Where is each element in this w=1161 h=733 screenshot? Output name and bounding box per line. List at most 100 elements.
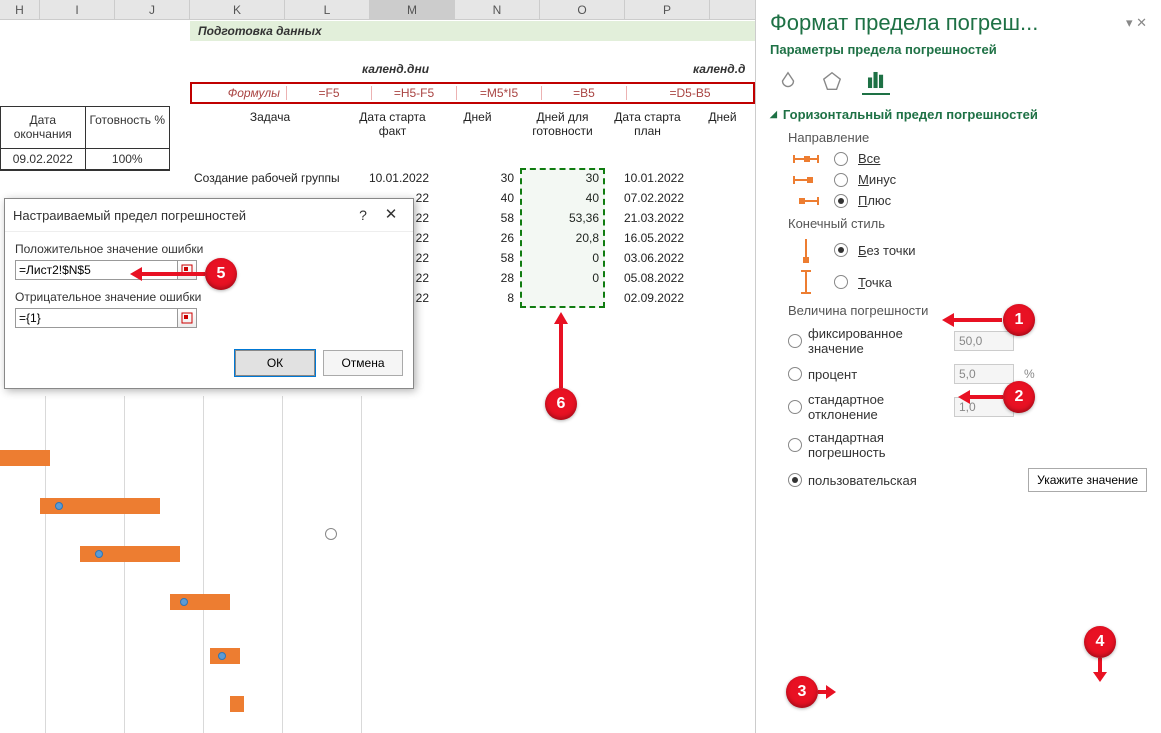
fixed-value-row[interactable]: фиксированное значение	[788, 326, 1147, 356]
direction-both-row[interactable]: Все	[788, 151, 1147, 166]
percent-label: процент	[808, 367, 948, 382]
effects-tab[interactable]	[818, 67, 846, 95]
col-header-H[interactable]: H	[0, 0, 40, 19]
gantt-bar[interactable]	[170, 594, 230, 610]
col-header-L[interactable]: L	[285, 0, 370, 19]
annotation-1-arrow	[942, 316, 1002, 322]
percent-input[interactable]	[954, 364, 1014, 384]
formulas-label: Формулы	[192, 86, 287, 100]
col-header-N[interactable]: N	[455, 0, 540, 19]
annotation-4-arrow	[1096, 658, 1104, 680]
cancel-button[interactable]: Отмена	[323, 350, 403, 376]
table-row[interactable]: Создание рабочей группы10.01.2022303010.…	[190, 168, 755, 188]
plus-rest: люс	[867, 193, 891, 208]
nocap-icon	[788, 237, 824, 263]
radio-stddev[interactable]	[788, 400, 802, 414]
annotation-5: 5	[205, 258, 237, 290]
gridline	[282, 396, 283, 733]
cal-days-label: календ.дни	[362, 62, 429, 76]
gantt-bar[interactable]	[230, 696, 244, 712]
end-nocap-row[interactable]: Без точки	[788, 237, 1147, 263]
formula-P[interactable]: =D5-B5	[627, 86, 753, 100]
plus-icon	[788, 194, 824, 208]
data-point[interactable]	[218, 652, 226, 660]
percent-row[interactable]: процент %	[788, 364, 1147, 384]
direction-minus-row[interactable]: Минус	[788, 172, 1147, 187]
col-header-J[interactable]: J	[115, 0, 190, 19]
pane-tabs	[770, 67, 1147, 95]
col-header-M[interactable]: M	[370, 0, 455, 19]
radio-stderr[interactable]	[788, 438, 802, 452]
minus-rest: инус	[869, 172, 896, 187]
end-cap-row[interactable]: Точка	[788, 269, 1147, 295]
small-td-end-date[interactable]: 09.02.2022	[1, 149, 86, 169]
direction-plus-row[interactable]: Плюс	[788, 193, 1147, 208]
dialog-help-button[interactable]: ?	[349, 205, 377, 225]
formula-L[interactable]: =F5	[287, 86, 372, 100]
radio-both[interactable]	[834, 152, 848, 166]
specify-value-button[interactable]: Укажите значение	[1028, 468, 1147, 492]
small-table: Дата окончания Готовность % 09.02.2022 1…	[0, 106, 170, 171]
both-icon	[788, 152, 824, 166]
col-header-O[interactable]: O	[540, 0, 625, 19]
annotation-3: 3	[786, 676, 818, 708]
dialog-close-button[interactable]: ✕	[377, 205, 405, 225]
pane-title: Формат предела погреш... ▾ ✕	[770, 10, 1147, 36]
radio-nocap[interactable]	[834, 243, 848, 257]
data-point[interactable]	[95, 550, 103, 558]
radio-custom[interactable]	[788, 473, 802, 487]
ok-button[interactable]: ОК	[235, 350, 315, 376]
radio-minus[interactable]	[834, 173, 848, 187]
th-date-plan: Дата старта план	[605, 106, 690, 143]
table-header-row: Задача Дата старта факт Дней Дней для го…	[190, 106, 755, 143]
negative-error-input[interactable]	[15, 308, 178, 328]
column-headers-row: H I J K L M N O P	[0, 0, 755, 20]
data-point[interactable]	[55, 502, 63, 510]
col-header-P[interactable]: P	[625, 0, 710, 19]
col-header-K[interactable]: K	[190, 0, 285, 19]
col-header-I[interactable]: I	[40, 0, 115, 19]
gantt-chart[interactable]: 19.05.202208.07.202227.08.202216.10.2022	[0, 378, 755, 733]
pane-subtitle: Параметры предела погрешностей	[770, 42, 1147, 57]
section-horizontal-error[interactable]: Горизонтальный предел погрешностей	[770, 107, 1147, 122]
annotation-6-arrow	[557, 312, 565, 388]
fill-line-tab[interactable]	[774, 67, 802, 95]
options-tab[interactable]	[862, 67, 890, 95]
format-error-bars-pane: Формат предела погреш... ▾ ✕ Параметры п…	[755, 0, 1161, 733]
data-point[interactable]	[180, 598, 188, 606]
formula-M[interactable]: =H5-F5	[372, 86, 457, 100]
stddev-label: стандартное отклонение	[808, 392, 948, 422]
radio-cap[interactable]	[834, 275, 848, 289]
cap-icon	[788, 269, 824, 295]
direction-label: Направление	[788, 130, 1147, 145]
range-picker-button-neg[interactable]	[177, 308, 197, 328]
formulas-row: Формулы =F5 =H5-F5 =M5*I5 =B5 =D5-B5	[190, 82, 755, 104]
formula-O[interactable]: =B5	[542, 86, 627, 100]
negative-error-label: Отрицательное значение ошибки	[15, 290, 403, 304]
radio-percent[interactable]	[788, 367, 802, 381]
th-task: Задача	[190, 106, 350, 143]
custom-row[interactable]: пользовательская Укажите значение	[788, 468, 1147, 492]
th-days: Дней	[435, 106, 520, 143]
annotation-6: 6	[545, 388, 577, 420]
small-td-ready[interactable]: 100%	[86, 149, 170, 169]
annotation-4: 4	[1084, 626, 1116, 658]
fixed-input[interactable]	[954, 331, 1014, 351]
data-prep-title: Подготовка данных	[190, 21, 755, 41]
gantt-bar[interactable]	[0, 450, 50, 466]
dialog-titlebar: Настраиваемый предел погрешностей ? ✕	[5, 199, 413, 232]
positive-error-label: Положительное значение ошибки	[15, 242, 403, 256]
th-days2: Дней	[690, 106, 755, 143]
stderr-row[interactable]: стандартная погрешность	[788, 430, 1147, 460]
chart-marker[interactable]	[325, 528, 337, 540]
gridline	[361, 396, 362, 733]
pane-options-dropdown[interactable]: ▾ ✕	[1126, 15, 1147, 31]
radio-fixed[interactable]	[788, 334, 802, 348]
custom-error-bars-dialog: Настраиваемый предел погрешностей ? ✕ По…	[4, 198, 414, 389]
radio-plus[interactable]	[834, 194, 848, 208]
dialog-title-text: Настраиваемый предел погрешностей	[13, 208, 246, 223]
custom-label: пользовательская	[808, 473, 948, 488]
cal-days-label-2: календ.д	[693, 62, 745, 76]
formula-N[interactable]: =M5*I5	[457, 86, 542, 100]
minus-icon	[788, 173, 824, 187]
